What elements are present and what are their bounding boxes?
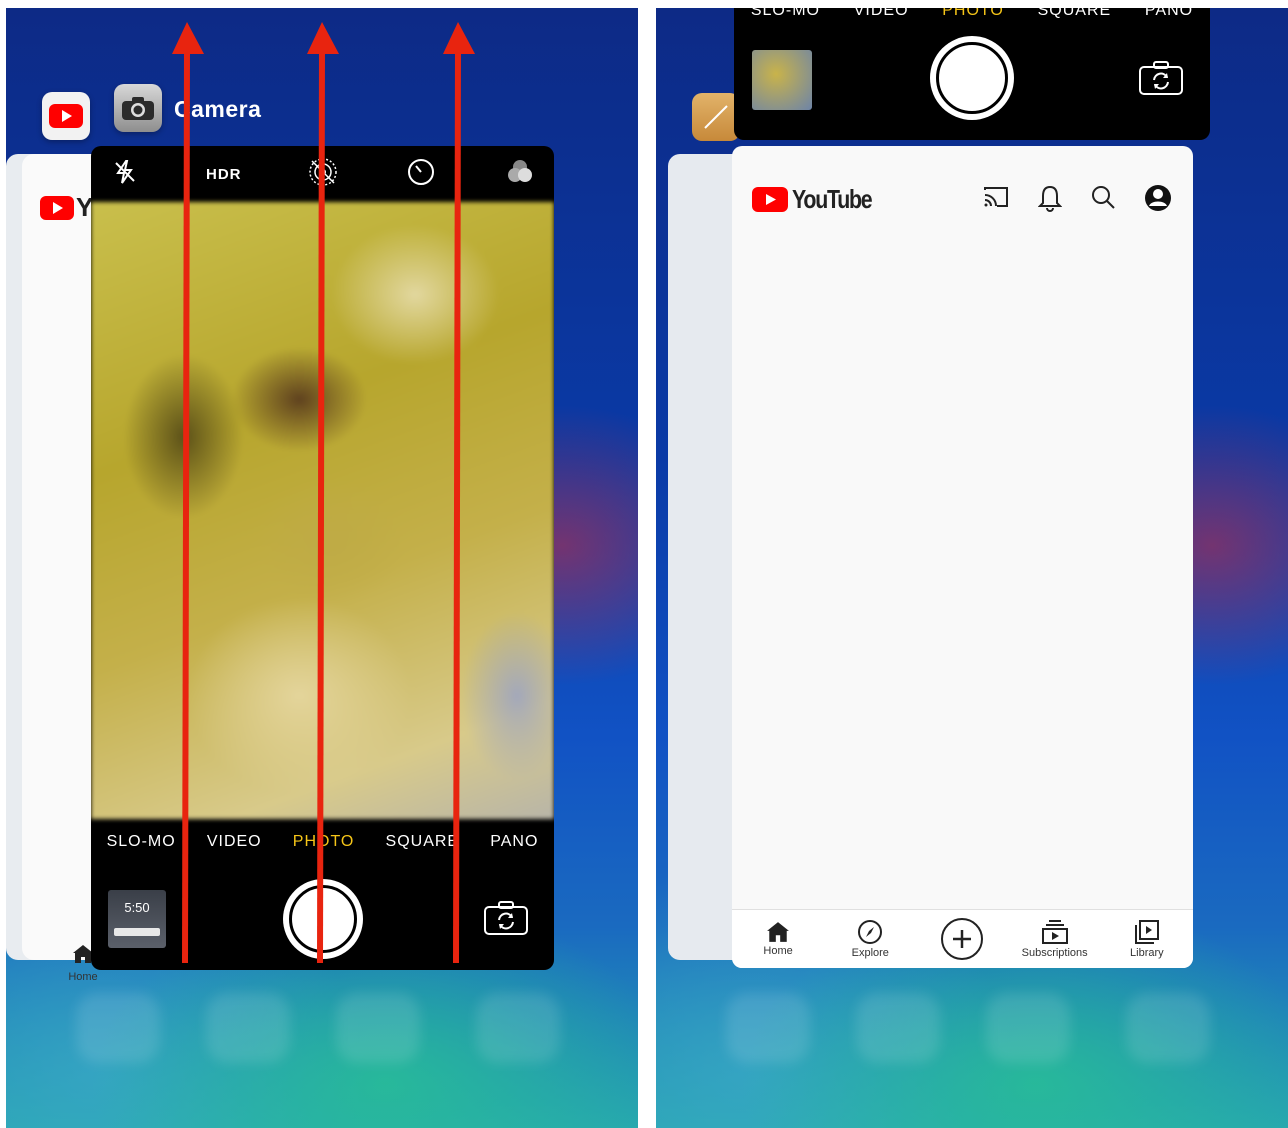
timer-icon xyxy=(408,159,435,185)
live-photo-button[interactable] xyxy=(303,157,343,191)
blurred-dock-icon xyxy=(1126,993,1210,1063)
youtube-app-card[interactable]: YouTube Home Explore Subscriptions Libra… xyxy=(732,146,1193,968)
account-button[interactable] xyxy=(1144,184,1172,217)
youtube-wordmark: YouTube xyxy=(792,184,873,214)
last-photo-thumbnail[interactable]: 5:50 xyxy=(108,890,166,948)
youtube-logo[interactable]: YouTube xyxy=(752,184,889,215)
blurred-dock-icon xyxy=(856,993,940,1063)
camera-top-bar: HDR xyxy=(91,146,554,202)
youtube-app-icon xyxy=(42,92,90,140)
last-photo-thumbnail[interactable] xyxy=(752,50,812,110)
flip-camera-icon xyxy=(484,901,528,935)
tab-subscriptions-label: Subscriptions xyxy=(1021,947,1088,959)
youtube-bottom-nav: Home Explore Subscriptions Library xyxy=(732,909,1193,968)
tab-create[interactable] xyxy=(922,917,1002,961)
mode-photo[interactable]: PHOTO xyxy=(293,833,355,851)
flash-off-button[interactable] xyxy=(105,159,145,189)
compass-icon xyxy=(858,920,883,944)
shutter-inner-ring xyxy=(289,885,357,953)
cast-button[interactable] xyxy=(982,184,1010,215)
youtube-logo: Y xyxy=(40,192,93,223)
mode-square[interactable]: SQUARE xyxy=(386,833,460,851)
blurred-dock-icon xyxy=(476,993,560,1063)
mode-pano[interactable]: PANO xyxy=(490,833,538,851)
flip-camera-button[interactable] xyxy=(1138,60,1184,101)
thumbnail-time: 5:50 xyxy=(124,900,150,915)
flip-camera-icon xyxy=(1139,61,1183,95)
home-icon xyxy=(767,922,790,942)
tab-home-label: Home xyxy=(763,945,793,957)
camera-app-icon xyxy=(114,84,162,132)
youtube-header: YouTube xyxy=(732,146,1193,250)
filters-icon xyxy=(508,160,532,182)
create-plus-icon xyxy=(941,918,984,960)
camera-icon xyxy=(122,97,154,120)
mode-video[interactable]: VIDEO xyxy=(207,833,262,851)
shutter-button[interactable] xyxy=(283,879,363,959)
camera-viewfinder[interactable] xyxy=(91,202,554,819)
live-photo-off-icon xyxy=(308,158,337,186)
left-app-switcher-screenshot: Y Home Camera HDR SLO-MO VIDEO PHOTO SQU… xyxy=(6,8,638,1128)
library-icon xyxy=(1134,920,1159,944)
notes-app-icon xyxy=(692,93,740,141)
search-icon xyxy=(1092,186,1115,209)
flash-off-icon xyxy=(115,160,135,184)
tab-explore[interactable]: Explore xyxy=(830,919,910,959)
camera-app-title: Camera xyxy=(174,96,262,122)
mode-video[interactable]: VIDEO xyxy=(854,8,909,20)
timer-button[interactable] xyxy=(401,157,441,191)
blurred-dock-icon xyxy=(726,993,810,1063)
youtube-play-icon xyxy=(40,195,74,220)
blurred-dock-icon xyxy=(336,993,420,1063)
camera-mode-selector: SLO-MO VIDEO PHOTO SQUARE PANO xyxy=(734,8,1210,20)
mode-square[interactable]: SQUARE xyxy=(1038,8,1112,20)
home-tab-label: Home xyxy=(68,971,98,983)
mode-pano[interactable]: PANO xyxy=(1145,8,1193,20)
thumbnail-notification-bar xyxy=(114,928,160,936)
flip-camera-button[interactable] xyxy=(483,900,529,941)
search-button[interactable] xyxy=(1090,184,1116,215)
shutter-button[interactable] xyxy=(930,36,1014,120)
camera-mode-selector: SLO-MO VIDEO PHOTO SQUARE PANO xyxy=(91,828,554,856)
subscriptions-icon xyxy=(1041,920,1068,944)
mode-slo-mo[interactable]: SLO-MO xyxy=(107,833,176,851)
mode-slo-mo[interactable]: SLO-MO xyxy=(751,8,820,20)
bell-icon xyxy=(1037,185,1063,212)
tab-library-label: Library xyxy=(1130,947,1164,959)
account-icon xyxy=(1145,185,1171,211)
tab-library[interactable]: Library xyxy=(1107,919,1187,959)
shutter-inner-ring xyxy=(936,42,1008,114)
youtube-play-icon xyxy=(752,187,788,212)
filters-button[interactable] xyxy=(500,157,540,191)
blurred-dock-icon xyxy=(206,993,290,1063)
mode-photo[interactable]: PHOTO xyxy=(942,8,1004,20)
camera-app-card[interactable]: HDR SLO-MO VIDEO PHOTO SQUARE PANO 5:50 xyxy=(91,146,554,970)
youtube-play-icon xyxy=(49,104,83,128)
right-app-switcher-screenshot: SLO-MO VIDEO PHOTO SQUARE PANO YouTube H… xyxy=(656,8,1288,1128)
pencil-icon xyxy=(704,105,728,129)
blurred-dock-icon xyxy=(986,993,1070,1063)
tab-home[interactable]: Home xyxy=(738,921,818,957)
tab-subscriptions[interactable]: Subscriptions xyxy=(1015,919,1095,959)
tab-explore-label: Explore xyxy=(851,947,889,959)
blurred-dock-icon xyxy=(76,993,160,1063)
notifications-button[interactable] xyxy=(1037,184,1063,217)
hdr-button[interactable]: HDR xyxy=(204,166,244,183)
camera-app-card[interactable]: SLO-MO VIDEO PHOTO SQUARE PANO xyxy=(734,8,1210,140)
cast-icon xyxy=(984,187,1008,207)
